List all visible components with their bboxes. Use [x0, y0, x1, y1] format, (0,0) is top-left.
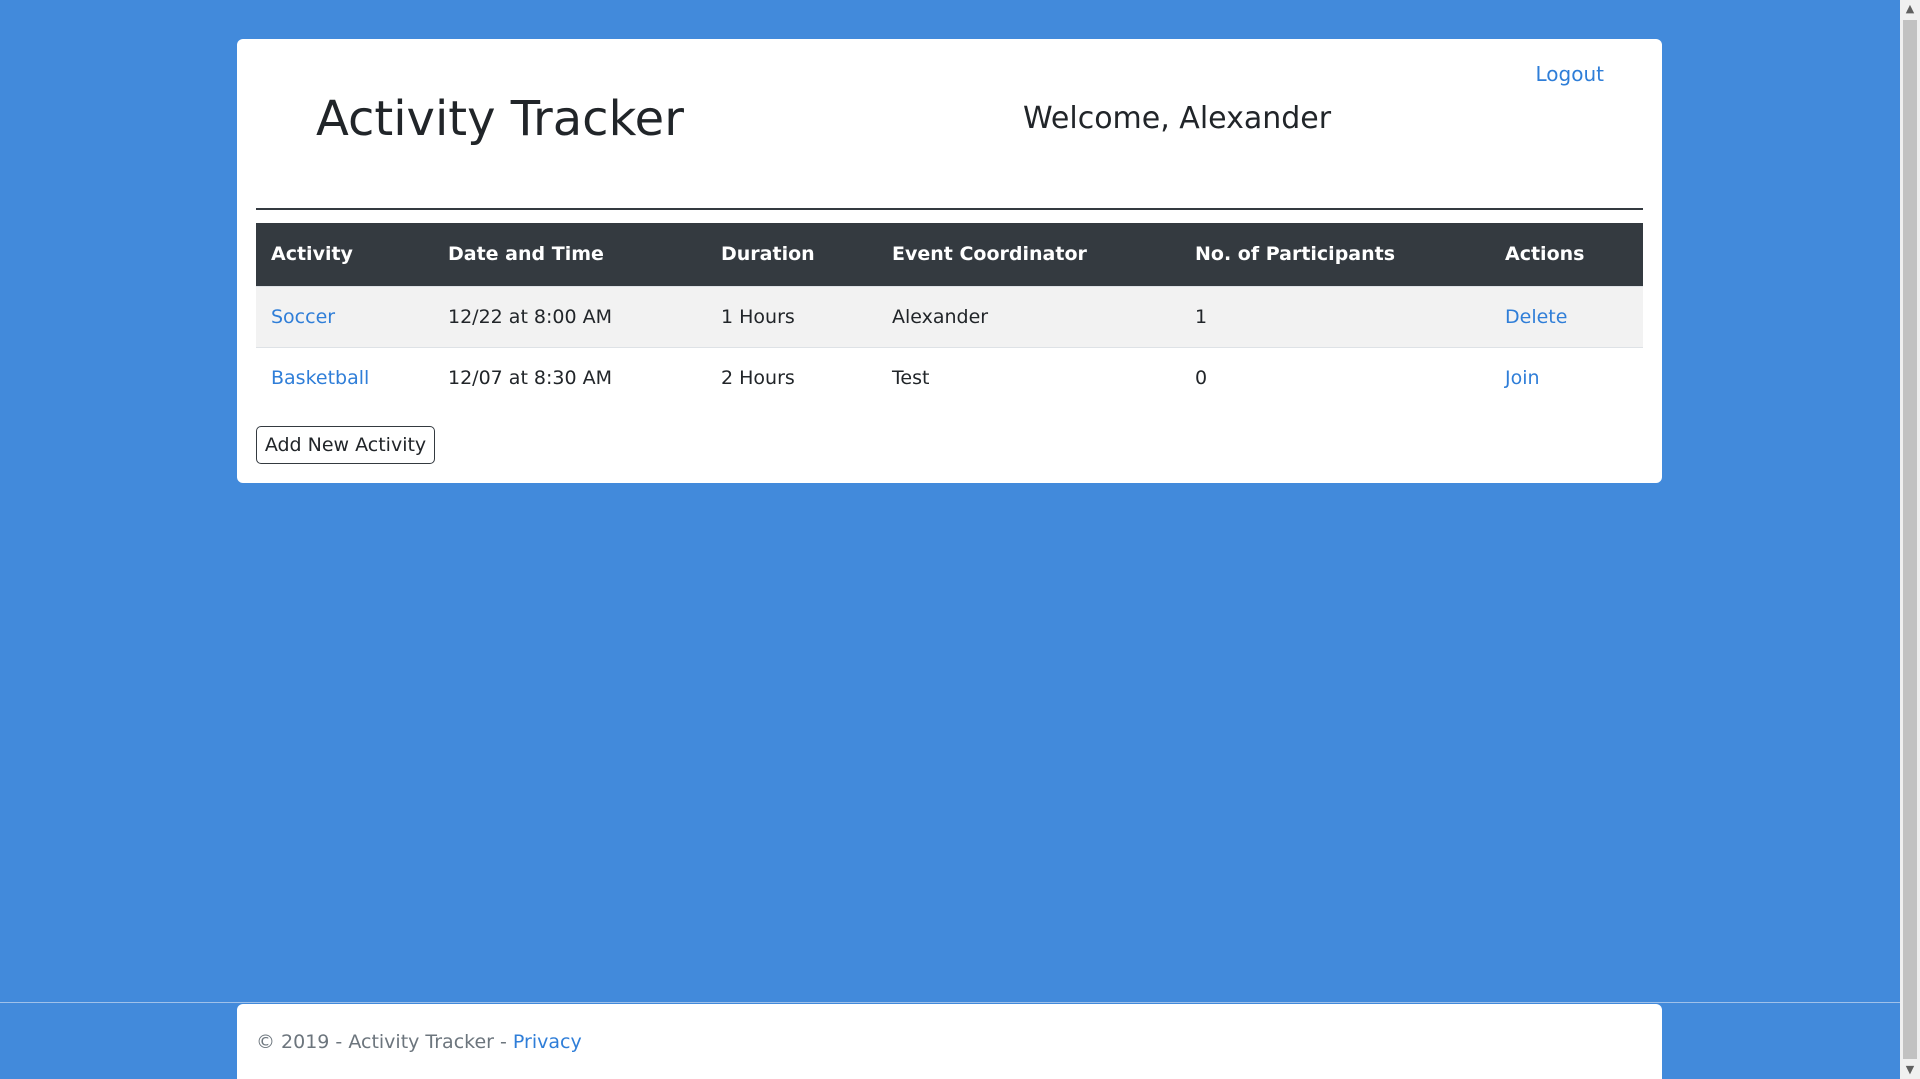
privacy-link[interactable]: Privacy — [513, 1031, 582, 1053]
column-header-date-time: Date and Time — [433, 223, 706, 286]
welcome-message: Welcome, Alexander — [1023, 101, 1332, 136]
datetime-cell: 12/07 at 8:30 AM — [433, 346, 706, 408]
duration-cell: 2 Hours — [706, 346, 877, 408]
scroll-up-arrow-icon[interactable]: ▲ — [1900, 0, 1920, 18]
table-header-row: Activity Date and Time Duration Event Co… — [256, 223, 1643, 286]
column-header-participants: No. of Participants — [1180, 223, 1490, 286]
datetime-cell: 12/22 at 8:00 AM — [433, 285, 706, 347]
add-new-activity-button[interactable]: Add New Activity — [256, 426, 435, 464]
page-title: Activity Tracker — [316, 91, 684, 147]
column-header-activity: Activity — [256, 223, 433, 286]
activity-link-basketball[interactable]: Basketball — [271, 367, 369, 389]
footer-text: © 2019 - Activity Tracker - Privacy — [256, 1031, 582, 1053]
vertical-scrollbar[interactable]: ▲ ▼ — [1900, 0, 1920, 1079]
action-cell: Delete — [1490, 285, 1643, 347]
participants-cell: 1 — [1180, 285, 1490, 347]
footer: © 2019 - Activity Tracker - Privacy — [237, 1004, 1662, 1079]
participants-cell: 0 — [1180, 346, 1490, 408]
copyright-text: © 2019 - Activity Tracker - — [256, 1031, 513, 1053]
column-header-duration: Duration — [706, 223, 877, 286]
table-row: Soccer 12/22 at 8:00 AM 1 Hours Alexande… — [256, 285, 1643, 347]
main-card: Activity Tracker Welcome, Alexander Logo… — [237, 39, 1662, 483]
duration-cell: 1 Hours — [706, 285, 877, 347]
coordinator-cell: Alexander — [877, 285, 1180, 347]
coordinator-cell: Test — [877, 346, 1180, 408]
column-header-actions: Actions — [1490, 223, 1643, 286]
scrollbar-thumb[interactable] — [1903, 20, 1917, 1059]
activity-cell: Basketball — [256, 346, 433, 408]
activity-cell: Soccer — [256, 285, 433, 347]
column-header-coordinator: Event Coordinator — [877, 223, 1180, 286]
delete-link[interactable]: Delete — [1505, 306, 1567, 328]
footer-divider — [0, 1002, 1900, 1003]
scroll-down-arrow-icon[interactable]: ▼ — [1900, 1061, 1920, 1079]
activity-link-soccer[interactable]: Soccer — [271, 306, 335, 328]
page: Activity Tracker Welcome, Alexander Logo… — [0, 0, 1900, 1079]
join-link[interactable]: Join — [1505, 367, 1540, 389]
logout-link[interactable]: Logout — [1536, 62, 1604, 86]
activities-table: Activity Date and Time Duration Event Co… — [256, 223, 1643, 408]
action-cell: Join — [1490, 346, 1643, 408]
header-divider — [256, 208, 1643, 210]
table-row: Basketball 12/07 at 8:30 AM 2 Hours Test… — [256, 346, 1643, 408]
